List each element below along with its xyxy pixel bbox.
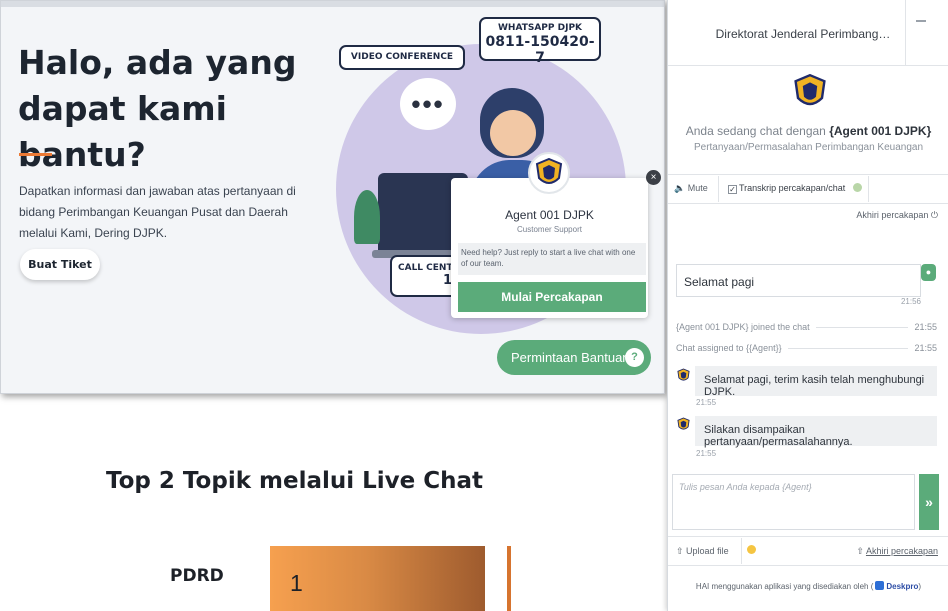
- start-chat-button[interactable]: Mulai Percakapan: [458, 282, 646, 312]
- bar-value-label: 1: [290, 570, 303, 596]
- video-conference-tag: VIDEO CONFERENCE: [339, 45, 465, 70]
- hero-description: Dapatkan informasi dan jawaban atas pert…: [19, 184, 296, 240]
- close-icon[interactable]: ×: [646, 170, 661, 185]
- call-center-number: 1: [442, 273, 452, 288]
- chat-agent-logo: [791, 72, 829, 112]
- user-message: Selamat pagi: [676, 264, 921, 297]
- site-top-bar: [1, 1, 664, 7]
- system-message-text: Chat assigned to {{Agent}}: [676, 343, 782, 353]
- toolbar-divider: [868, 176, 869, 202]
- live-chat-panel: Direktorat Jenderal Perimbang… Anda seda…: [667, 0, 948, 611]
- minimize-icon[interactable]: [916, 20, 926, 22]
- transcript-label: Transkrip percakapan/chat: [739, 183, 846, 193]
- upload-icon: ⇧: [676, 546, 687, 556]
- djpk-emblem-icon: [794, 74, 826, 106]
- agent-message-time: 21:55: [696, 398, 717, 407]
- emoji-icon[interactable]: [747, 545, 756, 554]
- system-message-time: 21:55: [914, 343, 937, 353]
- mute-button[interactable]: 🔈 Mute: [674, 183, 708, 194]
- popup-agent-name: Agent 001 DJPK: [505, 208, 594, 222]
- footer-suffix: ): [918, 582, 922, 591]
- hero-title: Halo, ada yang dapat kami bantu?: [18, 43, 297, 174]
- djpk-emblem-icon: [535, 158, 563, 184]
- footer-brand-link[interactable]: Deskpro: [886, 582, 918, 591]
- message-input[interactable]: Tulis pesan Anda kepada {Agent}: [672, 474, 915, 530]
- hero-divider: [19, 153, 52, 156]
- chat-topic: Pertanyaan/Permasalahan Perimbangan Keua…: [693, 142, 924, 153]
- djpk-emblem-icon: [676, 416, 690, 430]
- whatsapp-tag: WHATSAPP DJPK 0811-150420-7: [479, 17, 601, 66]
- end-chat-bottom-label: Akhiri percakapan: [865, 546, 938, 556]
- upload-label: Upload file: [686, 546, 729, 556]
- whatsapp-number: 0811-150420-7: [485, 34, 595, 66]
- upload-file-button[interactable]: ⇧ Upload file: [676, 546, 729, 557]
- chat-footer: HAI menggunakan aplikasi yang disediakan…: [695, 581, 922, 591]
- end-user-icon: ⇧: [856, 546, 866, 556]
- create-ticket-button[interactable]: Buat Tiket: [20, 249, 100, 280]
- system-message-time: 21:55: [914, 322, 937, 332]
- end-chat-top-button[interactable]: Akhiri percakapan ⏻: [818, 210, 938, 221]
- whatsapp-title: WHATSAPP DJPK: [497, 23, 583, 33]
- slide-heading: Top 2 Topik melalui Live Chat: [106, 468, 484, 494]
- system-message-rule: [815, 326, 909, 328]
- agent-face-illustration: [490, 110, 536, 156]
- toolbar-divider: [718, 176, 719, 202]
- end-chat-bottom-link[interactable]: ⇧ Akhiri percakapan: [838, 546, 938, 557]
- agent-message: Selamat pagi, terim kasih telah menghubu…: [695, 366, 937, 398]
- end-chat-top-label: Akhiri percakapan: [856, 210, 929, 220]
- video-conference-label: VIDEO CONFERENCE: [350, 52, 454, 62]
- chatting-with-prefix: Anda sedang chat dengan: [685, 124, 826, 138]
- djpk-emblem-icon: [676, 367, 690, 381]
- chat-title: Direktorat Jenderal Perimbang…: [715, 27, 891, 41]
- user-avatar-icon: ●: [921, 264, 936, 281]
- agent-avatar-icon: [676, 367, 690, 383]
- toolbar-divider: [741, 538, 742, 564]
- djpk-logo: [528, 152, 570, 194]
- speaker-icon: 🔈: [674, 183, 686, 193]
- request-help-label: Permintaan Bantuan: [511, 350, 630, 365]
- call-center-tag: CALL CENT 1: [390, 255, 458, 297]
- chatting-with-line: Anda sedang chat dengan {Agent 001 DJPK}: [668, 124, 948, 138]
- system-message-joined: {Agent 001 DJPK} joined the chat 21:55: [676, 322, 937, 332]
- user-message-time: 21:56: [900, 297, 921, 306]
- chat-bubble-icon: •••: [400, 78, 456, 130]
- bar-axis-line: [507, 546, 511, 611]
- system-message-text: {Agent 001 DJPK} joined the chat: [676, 322, 810, 332]
- request-help-button[interactable]: Permintaan Bantuan ?: [497, 340, 651, 375]
- agent-avatar-icon: [676, 416, 690, 432]
- agent-message: Silakan disampaikan pertanyaan/permasala…: [695, 416, 937, 448]
- call-center-title: CALL CENT: [398, 263, 453, 273]
- checkbox-checked-icon[interactable]: ✓: [728, 185, 737, 194]
- send-button[interactable]: »: [919, 474, 939, 530]
- popup-agent-role: Customer Support: [517, 225, 582, 234]
- question-icon: ?: [625, 348, 644, 367]
- system-message-assigned: Chat assigned to {{Agent}} 21:55: [676, 343, 937, 353]
- power-icon: ⏻: [930, 210, 938, 220]
- mute-label: Mute: [687, 183, 708, 193]
- header-divider: [905, 0, 906, 66]
- transcript-checkbox[interactable]: ✓ Transkrip percakapan/chat: [728, 183, 845, 194]
- popup-help-text: Need help? Just reply to start a live ch…: [458, 243, 646, 275]
- info-icon[interactable]: [853, 183, 862, 192]
- plant-illustration: [354, 190, 380, 244]
- agent-message-time: 21:55: [696, 449, 717, 458]
- deskpro-logo-icon: [875, 581, 885, 590]
- bar-category-label: PDRD: [170, 566, 224, 586]
- system-message-rule: [787, 347, 909, 349]
- chat-agent-name: {Agent 001 DJPK}: [829, 124, 932, 138]
- footer-text: HAI menggunakan aplikasi yang disediakan…: [695, 582, 869, 591]
